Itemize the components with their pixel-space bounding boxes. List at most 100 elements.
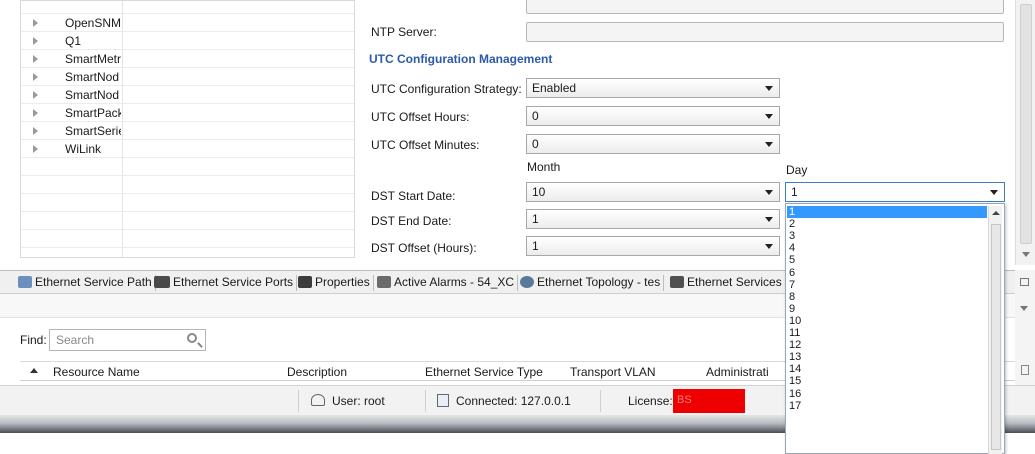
form-scrollbar[interactable] (1015, 0, 1035, 265)
column-header-transport-vlan[interactable]: Transport VLAN (570, 365, 656, 379)
tab-ethernet-service-path[interactable]: Ethernet Service Path (14, 273, 156, 293)
tree-item[interactable]: SmartNod (21, 68, 354, 86)
tree-item[interactable]: SmartSerie (21, 122, 354, 140)
day-option[interactable]: 8 (787, 291, 987, 303)
tab-ethernet-services[interactable]: Ethernet Services (666, 273, 786, 293)
day-dropdown-scrollbar[interactable] (988, 206, 1002, 454)
topology-icon (520, 276, 534, 288)
tree-item-label: SmartSerie (65, 124, 121, 138)
tree-item[interactable]: SmartNod (21, 86, 354, 104)
sort-ascending-icon[interactable] (30, 368, 38, 373)
expand-arrow-icon[interactable] (33, 91, 38, 99)
dst-end-label: DST End Date: (371, 214, 452, 228)
spinner-icon[interactable] (1021, 365, 1029, 375)
dst-start-day-value: 1 (791, 185, 798, 199)
dst-start-day-select[interactable]: 1 (785, 182, 1005, 202)
tree-item-label: SmartNod (65, 70, 120, 84)
utc-strategy-select[interactable]: Enabled (526, 78, 780, 98)
column-header-description[interactable]: Description (287, 365, 347, 379)
column-header-ethernet-service-type[interactable]: Ethernet Service Type (425, 365, 543, 379)
scrollbar-thumb[interactable] (991, 224, 1001, 450)
tree-empty-row (21, 176, 354, 194)
day-option[interactable]: 1 (787, 206, 987, 218)
day-option[interactable]: 5 (787, 254, 987, 266)
day-option[interactable]: 13 (787, 351, 987, 363)
day-option[interactable]: 7 (787, 279, 987, 291)
month-column-header: Month (527, 160, 561, 174)
resource-tree: OpenSNM Q1 SmartMetr SmartNod SmartNod S… (20, 0, 355, 258)
tab-ethernet-topology[interactable]: Ethernet Topology - tes (516, 273, 665, 293)
day-option[interactable]: 9 (787, 303, 987, 315)
view-menu-icon[interactable] (1020, 306, 1028, 311)
utc-offset-minutes-select[interactable]: 0 (526, 134, 780, 154)
connection-icon (437, 394, 449, 407)
tree-item[interactable]: SmartPack (21, 104, 354, 122)
utc-offset-hours-select[interactable]: 0 (526, 106, 780, 126)
scroll-up-icon[interactable] (992, 211, 1000, 215)
partial-field[interactable] (526, 0, 1004, 14)
expand-arrow-icon[interactable] (33, 145, 38, 153)
expand-arrow-icon[interactable] (33, 55, 38, 63)
chevron-down-icon[interactable] (990, 190, 998, 195)
ntp-server-input[interactable] (526, 22, 1004, 42)
dst-offset-select[interactable]: 1 (526, 236, 780, 256)
day-option[interactable]: 14 (787, 363, 987, 375)
day-option[interactable]: 11 (787, 327, 987, 339)
dst-start-label: DST Start Date: (371, 189, 456, 203)
day-dropdown-list[interactable]: 1 2 3 4 5 6 7 8 9 10 11 12 13 14 15 16 17 (785, 203, 1005, 454)
expand-arrow-icon[interactable] (33, 127, 38, 135)
column-header-administrative[interactable]: Administrati (706, 365, 769, 379)
tree-item[interactable]: SmartMetr (21, 50, 354, 68)
scrollbar-thumb[interactable] (1020, 4, 1032, 244)
chevron-down-icon[interactable] (765, 114, 773, 119)
day-option[interactable]: 10 (787, 315, 987, 327)
properties-icon (298, 276, 312, 288)
search-placeholder: Search (56, 333, 95, 347)
utc-offset-hours-value: 0 (532, 109, 539, 123)
tree-empty-row (21, 194, 354, 212)
dst-offset-value: 1 (532, 239, 539, 253)
chevron-down-icon[interactable] (765, 190, 773, 195)
utc-strategy-label: UTC Configuration Strategy: (371, 82, 522, 96)
services-icon (670, 276, 684, 288)
dst-start-month-select[interactable]: 10 (526, 182, 780, 202)
column-header-resource-name[interactable]: Resource Name (53, 365, 140, 379)
expand-arrow-icon[interactable] (33, 19, 38, 27)
day-option[interactable]: 4 (787, 242, 987, 254)
tab-label: Active Alarms - 54_XC (394, 275, 515, 289)
chevron-down-icon[interactable] (765, 86, 773, 91)
tab-properties[interactable]: Properties (294, 273, 374, 293)
day-option[interactable]: 3 (787, 230, 987, 242)
day-option[interactable]: 16 (787, 388, 987, 400)
day-option[interactable]: 15 (787, 375, 987, 387)
tree-item[interactable]: WiLink (21, 140, 354, 158)
dst-start-month-value: 10 (532, 185, 546, 199)
day-option[interactable]: 17 (787, 400, 987, 412)
tree-item-label: SmartMetr (65, 52, 121, 66)
tree-item[interactable]: Q1 (21, 32, 354, 50)
day-option[interactable]: 12 (787, 339, 987, 351)
expand-arrow-icon[interactable] (33, 109, 38, 117)
chevron-down-icon[interactable] (765, 142, 773, 147)
chevron-down-icon[interactable] (765, 217, 773, 222)
expand-arrow-icon[interactable] (33, 73, 38, 81)
scroll-down-icon[interactable] (1022, 252, 1030, 257)
tree-item[interactable]: OpenSNM (21, 14, 354, 32)
tree-item-label: Q1 (65, 34, 82, 48)
tab-active-alarms[interactable]: Active Alarms - 54_XC (373, 273, 519, 293)
maximize-icon[interactable] (1020, 278, 1029, 286)
license-badge: BS (673, 389, 745, 413)
expand-arrow-icon[interactable] (33, 37, 38, 45)
status-connected: Connected: 127.0.0.1 (456, 394, 571, 408)
network-path-icon (18, 276, 32, 288)
tab-ethernet-service-ports[interactable]: Ethernet Service Ports (150, 273, 298, 293)
search-input[interactable]: Search (49, 329, 206, 351)
day-option[interactable]: 6 (787, 267, 987, 279)
chevron-down-icon[interactable] (765, 244, 773, 249)
view-controls (1015, 270, 1035, 390)
dst-end-month-select[interactable]: 1 (526, 209, 780, 229)
user-icon (311, 394, 325, 406)
tree-empty-row (21, 212, 354, 230)
search-icon[interactable] (187, 333, 197, 343)
day-option[interactable]: 2 (787, 218, 987, 230)
